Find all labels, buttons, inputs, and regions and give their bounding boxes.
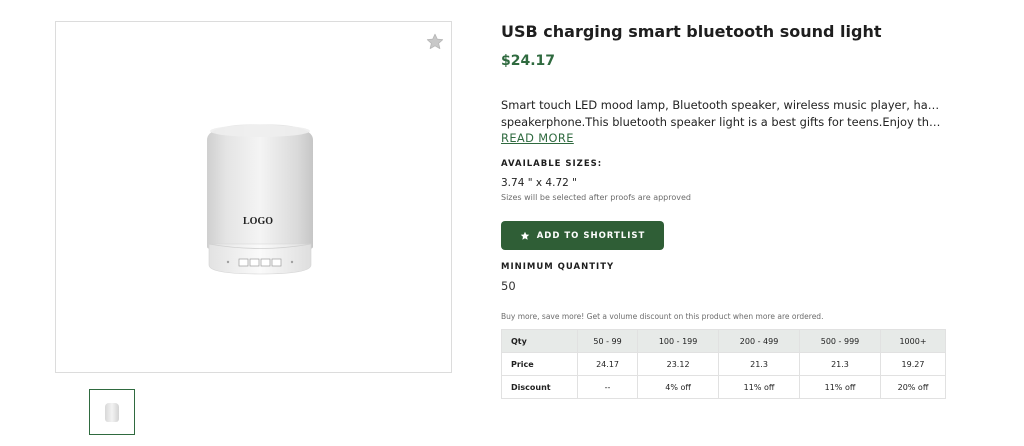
table-header-cell: Qty xyxy=(501,329,578,353)
table-header-cell: 50 - 99 xyxy=(576,329,639,353)
thumbnail-lamp-image xyxy=(105,403,119,422)
description-line-2: speakerphone.This bluetooth speaker ligh… xyxy=(501,115,946,129)
table-cell: 24.17 xyxy=(576,352,639,376)
product-description: Smart touch LED mood lamp, Bluetooth spe… xyxy=(501,97,946,131)
minimum-quantity-value: 50 xyxy=(501,279,516,293)
table-row: Discount -- 4% off 11% off 11% off 20% o… xyxy=(501,375,947,399)
volume-discount-note: Buy more, save more! Get a volume discou… xyxy=(501,312,824,321)
table-row: Price 24.17 23.12 21.3 21.3 19.27 xyxy=(501,352,947,376)
table-cell: 20% off xyxy=(879,375,947,399)
product-title: USB charging smart bluetooth sound light xyxy=(501,22,882,41)
add-to-shortlist-button[interactable]: ADD TO SHORTLIST xyxy=(501,221,664,250)
table-header-cell: 100 - 199 xyxy=(637,329,720,353)
size-value: 3.74 " x 4.72 " xyxy=(501,177,577,189)
product-main-image: LOGO xyxy=(207,124,313,275)
read-more-link[interactable]: READ MORE xyxy=(501,131,574,145)
table-cell: 4% off xyxy=(637,375,720,399)
description-line-1: Smart touch LED mood lamp, Bluetooth spe… xyxy=(501,98,946,112)
available-sizes-label: AVAILABLE SIZES: xyxy=(501,159,603,169)
table-cell: 23.12 xyxy=(637,352,720,376)
product-image-panel: LOGO xyxy=(55,21,452,373)
table-cell: Discount xyxy=(501,375,578,399)
table-header-cell: 500 - 999 xyxy=(799,329,881,353)
table-header-cell: 200 - 499 xyxy=(718,329,801,353)
size-note: Sizes will be selected after proofs are … xyxy=(501,193,691,202)
favorite-star-icon[interactable] xyxy=(425,32,445,52)
table-cell: 21.3 xyxy=(799,352,881,376)
product-thumbnail[interactable] xyxy=(89,389,135,435)
product-price: $24.17 xyxy=(501,53,556,69)
table-cell: Price xyxy=(501,352,578,376)
volume-pricing-table: Qty 50 - 99 100 - 199 200 - 499 500 - 99… xyxy=(501,329,947,399)
table-cell: -- xyxy=(576,375,639,399)
star-icon xyxy=(520,231,529,240)
table-cell: 11% off xyxy=(799,375,881,399)
table-cell: 11% off xyxy=(718,375,801,399)
table-cell: 21.3 xyxy=(718,352,801,376)
product-image-logo-text: LOGO xyxy=(243,216,273,227)
add-to-shortlist-label: ADD TO SHORTLIST xyxy=(536,230,646,241)
table-header-row: Qty 50 - 99 100 - 199 200 - 499 500 - 99… xyxy=(501,329,947,353)
table-cell: 19.27 xyxy=(879,352,947,376)
minimum-quantity-label: MINIMUM QUANTITY xyxy=(501,262,615,272)
table-header-cell: 1000+ xyxy=(879,329,947,353)
